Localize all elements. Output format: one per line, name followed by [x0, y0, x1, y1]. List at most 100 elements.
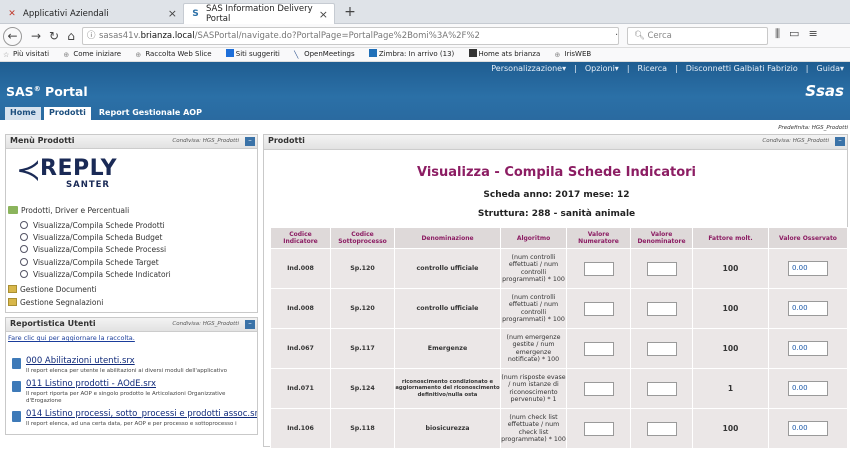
osservato-field[interactable]: 0.00	[788, 301, 828, 316]
registered-mark: ®	[33, 84, 41, 93]
url-bar[interactable]: ⓘ sasas41v.brianza.local/SASPortal/naviga…	[82, 27, 619, 45]
bookmark-item[interactable]: ⊕ IrisWEB	[555, 50, 598, 59]
tab-home[interactable]: Home	[5, 107, 41, 120]
ricerca-link[interactable]: Ricerca	[638, 64, 668, 73]
osservato-field[interactable]: 0.00	[788, 381, 828, 396]
close-icon[interactable]: ×	[319, 8, 328, 21]
portal-suffix: Portal	[40, 84, 88, 99]
menu-item-schede-prodotti[interactable]: Visualizza/Compila Schede Prodotti	[20, 221, 171, 233]
denominatore-cell	[630, 248, 693, 289]
osservato-cell: 0.00	[768, 328, 848, 369]
algoritmo-cell: (num risposte evase / num istanze di ric…	[500, 368, 567, 409]
table-row: Ind.067 Sp.117 Emergenze (num emergenze …	[270, 328, 848, 369]
denominazione-cell: controllo ufficiale	[394, 288, 501, 329]
osservato-field[interactable]: 0.00	[788, 261, 828, 276]
codice-cell: Ind.067	[270, 328, 331, 369]
reload-button[interactable]: ↻	[45, 27, 63, 45]
browser-tab-sas[interactable]: S SAS Information Delivery Portal ×	[183, 3, 335, 24]
search-placeholder: Cerca	[647, 31, 672, 41]
info-icon[interactable]: ⓘ	[87, 28, 99, 44]
numeratore-input[interactable]	[583, 341, 614, 356]
numeratore-input[interactable]	[583, 301, 614, 316]
struttura-label: Struttura: 288 - sanità animale	[477, 209, 636, 219]
reply-logo: ≺ REPLY SANTER	[16, 156, 156, 194]
magnifier-icon	[20, 269, 28, 278]
numeratore-input[interactable]	[583, 421, 614, 436]
numeratore-cell	[566, 328, 631, 369]
denominazione-cell: controllo ufficiale	[394, 248, 501, 289]
refresh-link[interactable]: Fare clic qui per aggiornare la raccolta…	[8, 334, 135, 342]
codice-cell: Ind.008	[270, 248, 331, 289]
separator: |	[574, 64, 577, 73]
tab-report-gestionale[interactable]: Report Gestionale AOP	[94, 107, 207, 120]
url-prefix: sasas41v.	[99, 31, 141, 41]
personalizzazione-menu[interactable]: Personalizzazione▾	[491, 64, 566, 73]
algoritmo-cell: (num controlli effettuati / num controll…	[500, 288, 567, 329]
library-icon[interactable]: ⫼▭≡	[775, 27, 827, 41]
browser-tab-applicativi[interactable]: ✕ Applicativi Aziendali ×	[0, 3, 183, 24]
bookmark-item[interactable]: Home ats brianza	[468, 49, 547, 58]
page-actions-icon[interactable]: ··· ♡ ☆	[615, 28, 618, 44]
column-header: Valore Numeratore	[566, 227, 631, 249]
prodotti-folder[interactable]: Prodotti, Driver e Percentuali	[8, 206, 129, 215]
back-button[interactable]: ←	[3, 27, 22, 46]
menu-item-schede-processi[interactable]: Visualizza/Compila Schede Processi	[20, 245, 171, 257]
column-header: Valore Osservato	[768, 227, 848, 249]
numeratore-cell	[566, 408, 631, 449]
bookmark-item[interactable]: ☆ Più visitati	[3, 50, 55, 59]
tab-prodotti[interactable]: Prodotti	[43, 107, 91, 120]
table-row: Ind.008 Sp.120 controllo ufficiale (num …	[270, 288, 848, 329]
minimize-button[interactable]: –	[835, 137, 845, 146]
indicatori-table: Codice Indicatore Codice Sottoprocesso D…	[270, 227, 848, 449]
osservato-field[interactable]: 0.00	[788, 421, 828, 436]
opzioni-menu[interactable]: Opzioni▾	[585, 64, 619, 73]
panel-header: Prodotti Condivisa: HGS_Prodotti –	[264, 135, 847, 150]
numeratore-cell	[566, 368, 631, 409]
denominatore-input[interactable]	[646, 261, 677, 276]
report-name[interactable]: 000 Abilitazioni utenti.srx	[26, 356, 135, 366]
logout-link[interactable]: Disconnetti Galbiati Fabrizio	[686, 64, 798, 73]
tab-title: SAS Information Delivery Portal	[205, 4, 313, 24]
sas-logo: Ssas	[805, 82, 844, 100]
menu-item-schede-indicatori[interactable]: Visualizza/Compila Schede Indicatori	[20, 269, 171, 282]
report-name[interactable]: 014 Listino processi, sotto_processi e p…	[26, 409, 257, 419]
close-icon[interactable]: ×	[168, 7, 177, 20]
new-tab-button[interactable]: +	[340, 4, 360, 22]
bookmark-item[interactable]: ⊕ Come iniziare	[63, 50, 127, 59]
numeratore-input[interactable]	[583, 261, 614, 276]
bookmark-item[interactable]: ⊕ Raccolta Web Slice	[135, 50, 217, 59]
menu-item-schede-target[interactable]: Visualizza/Compila Schede Target	[20, 257, 171, 270]
denominatore-input[interactable]	[646, 341, 677, 356]
report-name[interactable]: 011 Listino prodotti - AOdE.srx	[26, 379, 156, 389]
bookmark-item[interactable]: ╲ OpenMeetings	[294, 50, 361, 59]
bookmark-label: Più visitati	[13, 50, 50, 58]
numeratore-input[interactable]	[583, 381, 614, 396]
minimize-button[interactable]: –	[245, 137, 255, 146]
bookmark-label: Raccolta Web Slice	[145, 50, 212, 58]
bookmark-item[interactable]: Zimbra: In arrivo (13)	[368, 49, 460, 58]
menu-item-scheda-budget[interactable]: Visualizza/Compila Scheda Budget	[20, 233, 171, 245]
fattore-cell: 100	[692, 288, 769, 329]
denominatore-cell	[630, 408, 693, 449]
guida-menu[interactable]: Guida▾	[817, 64, 845, 73]
gestione-segnalazioni[interactable]: Gestione Segnalazioni	[8, 298, 103, 307]
separator: |	[675, 64, 678, 73]
denominatore-input[interactable]	[646, 421, 677, 436]
bookmark-label: Zimbra: In arrivo (13)	[378, 50, 455, 58]
numeratore-cell	[566, 248, 631, 289]
gestione-documenti[interactable]: Gestione Documenti	[8, 285, 97, 294]
search-input[interactable]: 🔍︎ Cerca	[627, 27, 768, 45]
osservato-field[interactable]: 0.00	[788, 341, 828, 356]
bookmark-item[interactable]: Siti suggeriti	[225, 49, 286, 58]
portal-name: SAS	[6, 84, 34, 99]
home-button[interactable]: ⌂	[62, 27, 80, 45]
denominatore-input[interactable]	[646, 301, 677, 316]
url-domain: brianza.local	[140, 31, 195, 41]
bookmark-label: IrisWEB	[564, 50, 592, 58]
browser-tab-strip: ✕ Applicativi Aziendali × S SAS Informat…	[0, 0, 850, 24]
minimize-button[interactable]: –	[245, 320, 255, 329]
denominatore-input[interactable]	[646, 381, 677, 396]
fattore-cell: 100	[692, 248, 769, 289]
bookmark-label: Siti suggeriti	[235, 50, 280, 58]
forward-button[interactable]: →	[27, 27, 45, 45]
